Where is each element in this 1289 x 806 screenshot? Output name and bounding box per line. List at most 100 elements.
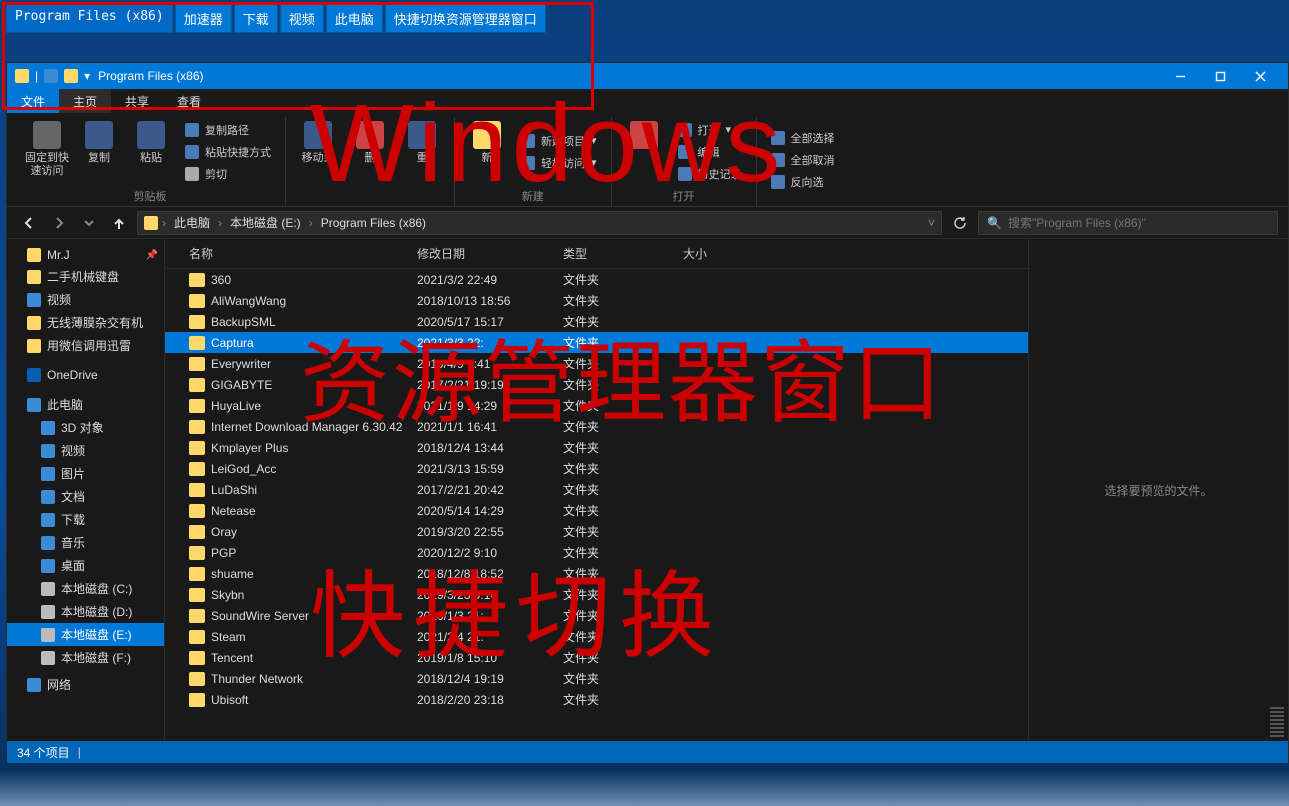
table-row[interactable]: LuDaShi2017/2/21 20:42文件夹 — [165, 479, 1028, 500]
folder-icon — [189, 693, 205, 707]
resize-grip[interactable] — [1270, 707, 1284, 737]
qat-button[interactable] — [64, 69, 78, 83]
breadcrumb[interactable]: › 此电脑 › 本地磁盘 (E:) › Program Files (x86) … — [137, 211, 942, 235]
sidebar-item[interactable]: 本地磁盘 (F:) — [7, 646, 164, 669]
table-row[interactable]: PGP2020/12/2 9:10文件夹 — [165, 542, 1028, 563]
menu-share[interactable]: 共享 — [111, 89, 163, 113]
switcher-tab[interactable]: 此电脑 — [326, 4, 383, 33]
sidebar-network[interactable]: 网络 — [7, 673, 164, 696]
address-dropdown[interactable]: ˅ — [928, 216, 935, 230]
table-row[interactable]: Thunder Network2018/12/4 19:19文件夹 — [165, 668, 1028, 689]
refresh-button[interactable] — [948, 211, 972, 235]
rename-button[interactable]: 重 — [398, 117, 446, 202]
sidebar-item[interactable]: 视频 — [7, 439, 164, 462]
qat-button[interactable] — [44, 69, 58, 83]
sidebar-onedrive[interactable]: OneDrive — [7, 365, 164, 385]
file-rows[interactable]: 3602021/3/2 22:49文件夹AliWangWang2018/10/1… — [165, 269, 1028, 741]
table-row[interactable]: SoundWire Server2020/1/3 21:文件夹 — [165, 605, 1028, 626]
properties-button[interactable] — [620, 117, 668, 186]
select-none-button[interactable]: 全部取消 — [765, 150, 841, 170]
table-row[interactable]: Skybn2019/3/23 9:10文件夹 — [165, 584, 1028, 605]
ribbon-group-label: 新建 — [463, 186, 603, 206]
switcher-tab[interactable]: Program Files (x86) — [6, 4, 173, 33]
new-item-button[interactable]: 新建项目 ▾ — [515, 131, 603, 151]
sidebar-item[interactable]: 本地磁盘 (C:) — [7, 577, 164, 600]
delete-button[interactable]: 删 — [346, 117, 394, 202]
sidebar[interactable]: Mr.J📌二手机械键盘视频无线薄膜杂交有机用微信调用迅雷OneDrive此电脑3… — [7, 239, 165, 741]
sidebar-item[interactable]: 本地磁盘 (D:) — [7, 600, 164, 623]
paste-shortcut-button[interactable]: 粘贴快捷方式 — [179, 142, 277, 162]
edit-button[interactable]: 编辑 — [672, 142, 748, 162]
table-row[interactable]: BackupSML2020/5/17 15:17文件夹 — [165, 311, 1028, 332]
select-all-button[interactable]: 全部选择 — [765, 128, 841, 148]
switcher-tab[interactable]: 下载 — [234, 4, 278, 33]
table-row[interactable]: LeiGod_Acc2021/3/13 15:59文件夹 — [165, 458, 1028, 479]
menu-view[interactable]: 查看 — [163, 89, 215, 113]
copy-button[interactable]: 复制 — [75, 117, 123, 186]
qat-dropdown[interactable]: ▾ — [84, 69, 90, 83]
table-row[interactable]: shuame2018/12/8 18:52文件夹 — [165, 563, 1028, 584]
sidebar-item[interactable]: 图片 — [7, 462, 164, 485]
table-row[interactable]: Kmplayer Plus2018/12/4 13:44文件夹 — [165, 437, 1028, 458]
sidebar-item[interactable]: 用微信调用迅雷 — [7, 334, 164, 357]
sidebar-item[interactable]: 下载 — [7, 508, 164, 531]
switcher-tab[interactable]: 视频 — [280, 4, 324, 33]
col-size[interactable]: 大小 — [683, 245, 783, 262]
table-row[interactable]: GIGABYTE2017/2/21 19:19文件夹 — [165, 374, 1028, 395]
invert-selection-button[interactable]: 反向选 — [765, 172, 841, 192]
table-row[interactable]: Tencent2019/1/8 15:10文件夹 — [165, 647, 1028, 668]
sidebar-thispc[interactable]: 此电脑 — [7, 393, 164, 416]
nav-back-button[interactable] — [17, 211, 41, 235]
sidebar-item[interactable]: Mr.J📌 — [7, 245, 164, 265]
open-button[interactable]: 打开 ▾ — [672, 120, 748, 140]
table-row[interactable]: Ubisoft2018/2/20 23:18文件夹 — [165, 689, 1028, 710]
scissors-icon — [185, 167, 199, 181]
sidebar-item[interactable]: 视频 — [7, 288, 164, 311]
close-button[interactable] — [1240, 63, 1280, 89]
sidebar-item[interactable]: 音乐 — [7, 531, 164, 554]
crumb-folder[interactable]: Program Files (x86) — [317, 216, 430, 230]
easy-access-button[interactable]: 轻松访问 ▾ — [515, 153, 603, 173]
copy-path-button[interactable]: 复制路径 — [179, 120, 277, 140]
sidebar-item[interactable]: 本地磁盘 (E:) — [7, 623, 164, 646]
history-button[interactable]: 历史记录 — [672, 164, 748, 184]
sidebar-item[interactable]: 3D 对象 — [7, 416, 164, 439]
table-row[interactable]: Everywriter2019/4/9 9:41文件夹 — [165, 353, 1028, 374]
nav-forward-button[interactable] — [47, 211, 71, 235]
cut-button[interactable]: 剪切 — [179, 164, 277, 184]
move-to-button[interactable]: 移动到 — [294, 117, 342, 202]
chevron-right-icon[interactable]: › — [162, 216, 166, 230]
col-date[interactable]: 修改日期 — [417, 245, 563, 262]
crumb-drive[interactable]: 本地磁盘 (E:) — [226, 214, 305, 231]
switcher-tab[interactable]: 快捷切换资源管理器窗口 — [385, 4, 546, 33]
table-row[interactable]: AliWangWang2018/10/13 18:56文件夹 — [165, 290, 1028, 311]
table-row[interactable]: Netease2020/5/14 14:29文件夹 — [165, 500, 1028, 521]
sidebar-item[interactable]: 无线薄膜杂交有机 — [7, 311, 164, 334]
sidebar-item[interactable]: 桌面 — [7, 554, 164, 577]
table-row[interactable]: 3602021/3/2 22:49文件夹 — [165, 269, 1028, 290]
sidebar-item[interactable]: 二手机械键盘 — [7, 265, 164, 288]
table-row[interactable]: HuyaLive2021/1/9 14:29文件夹 — [165, 395, 1028, 416]
new-folder-button[interactable]: 新 — [463, 117, 511, 186]
switcher-tab[interactable]: 加速器 — [175, 4, 232, 33]
table-row[interactable]: Oray2019/3/20 22:55文件夹 — [165, 521, 1028, 542]
crumb-pc[interactable]: 此电脑 — [170, 214, 214, 231]
table-row[interactable]: Captura2021/3/3 22:文件夹 — [165, 332, 1028, 353]
chevron-right-icon[interactable]: › — [309, 216, 313, 230]
menu-file[interactable]: 文件 — [7, 89, 59, 113]
sidebar-item[interactable]: 文档 — [7, 485, 164, 508]
pin-to-quick-access-button[interactable]: 固定到快 速访问 — [23, 117, 71, 186]
nav-recent-dropdown[interactable] — [77, 211, 101, 235]
search-box[interactable]: 🔍 — [978, 211, 1278, 235]
col-type[interactable]: 类型 — [563, 245, 683, 262]
menu-home[interactable]: 主页 — [59, 89, 111, 113]
chevron-right-icon[interactable]: › — [218, 216, 222, 230]
nav-up-button[interactable] — [107, 211, 131, 235]
maximize-button[interactable] — [1200, 63, 1240, 89]
search-input[interactable] — [1008, 216, 1269, 230]
paste-button[interactable]: 粘贴 — [127, 117, 175, 186]
table-row[interactable]: Steam2021/2/4 21:文件夹 — [165, 626, 1028, 647]
col-name[interactable]: 名称 — [165, 245, 417, 262]
table-row[interactable]: Internet Download Manager 6.30.422021/1/… — [165, 416, 1028, 437]
minimize-button[interactable] — [1160, 63, 1200, 89]
